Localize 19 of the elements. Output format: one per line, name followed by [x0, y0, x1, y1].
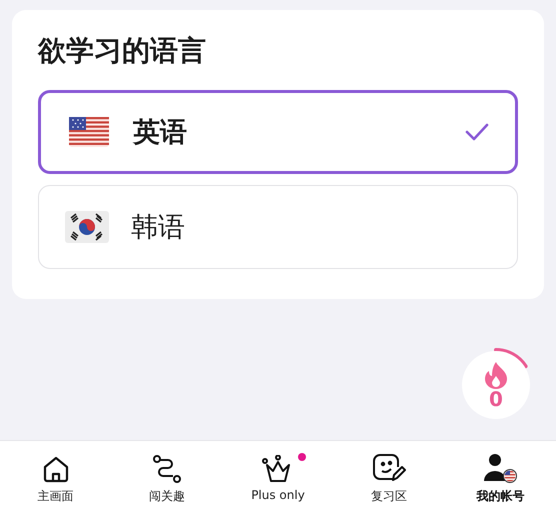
nav-tab[interactable]: 我的帐号	[444, 441, 556, 511]
language-option[interactable]: 韩语	[38, 185, 518, 269]
flame-icon	[483, 361, 509, 389]
check-icon	[465, 122, 489, 142]
user-icon	[483, 453, 518, 483]
section-title: 欲学习的语言	[38, 33, 206, 69]
home-icon	[42, 455, 70, 483]
flag-icon	[69, 117, 109, 147]
nav-tab[interactable]: Plus only	[222, 441, 334, 511]
language-name: 英语	[133, 116, 188, 150]
nav-tab[interactable]: 闯关趣	[111, 441, 222, 511]
language-option[interactable]: 英语	[38, 90, 518, 174]
flag-icon	[65, 211, 109, 243]
language-name: 韩语	[131, 211, 186, 245]
sticker-face-icon	[372, 453, 406, 483]
nav-tab[interactable]: 复习区	[334, 441, 445, 511]
route-icon	[152, 455, 181, 483]
nav-tab[interactable]: 主画面	[0, 441, 112, 511]
streak-count: 0	[489, 389, 503, 409]
